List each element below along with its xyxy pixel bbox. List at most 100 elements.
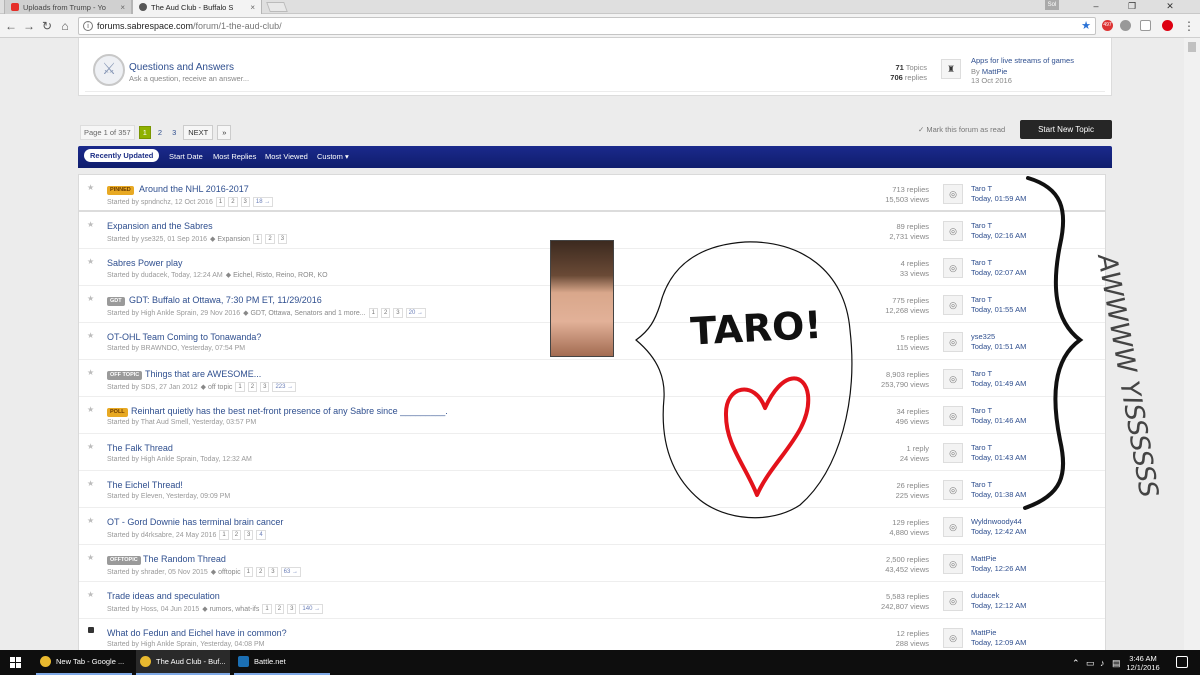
profile-button[interactable]: Sol	[1045, 0, 1059, 10]
avatar[interactable]: ◎	[943, 295, 963, 315]
topic-row[interactable]: ★ OT - Gord Downie has terminal brain can…	[79, 508, 1105, 545]
topic-tags[interactable]: ◆ Eichel, Risto, Reino, ROR, KO	[226, 271, 328, 279]
last-post-date[interactable]: Today, 01:55 AM	[971, 305, 1026, 314]
address-bar[interactable]: i forums.sabrespace.com/forum/1-the-aud-…	[78, 17, 1096, 35]
topic-title[interactable]: GDT: Buffalo at Ottawa, 7:30 PM ET, 11/2…	[129, 295, 322, 305]
topic-page-link[interactable]: 2	[265, 234, 275, 244]
last-poster[interactable]: Taro T	[971, 295, 992, 304]
topic-page-link[interactable]: 3	[260, 382, 270, 392]
topic-row[interactable]: ★ The Eichel Thread! Started by Eleven, Ye…	[79, 471, 1105, 508]
topic-row[interactable]: ★ POLL Reinhart quietly has the best net-f…	[79, 397, 1105, 434]
last-page-button[interactable]: »	[217, 125, 232, 140]
topic-page-link[interactable]: 2	[228, 197, 238, 207]
avatar[interactable]: ◎	[943, 221, 963, 241]
notification-icon[interactable]	[1176, 656, 1188, 668]
topic-page-link[interactable]: 63 →	[280, 567, 301, 577]
page-2[interactable]: 2	[155, 127, 165, 138]
topic-tags[interactable]: ◆ GDT, Ottawa, Senators and 1 more...	[243, 309, 366, 317]
topic-title[interactable]: The Random Thread	[143, 554, 226, 564]
last-poster[interactable]: Taro T	[971, 258, 992, 267]
sort-custom-dropdown[interactable]: Custom ▾	[317, 152, 349, 161]
topic-row[interactable]: ★ OFFTOPIC The Random Thread Started by shr…	[79, 545, 1105, 582]
subforum-row[interactable]: ⚔ Questions and Answers Ask a question, …	[85, 38, 1105, 92]
windows-start-icon[interactable]	[10, 657, 22, 669]
last-poster[interactable]: Taro T	[971, 221, 992, 230]
topic-page-link[interactable]: 3	[277, 234, 288, 244]
topic-page-link[interactable]: 2	[247, 382, 258, 392]
topic-row[interactable]: ★ The Falk Thread Started by High Ankle Sp…	[79, 434, 1105, 471]
topic-row[interactable]: ★ Trade ideas and speculation Started by H…	[79, 582, 1105, 619]
author-link[interactable]: MattPie	[982, 67, 1007, 76]
sort-most-viewed[interactable]: Most Viewed	[265, 152, 308, 161]
menu-icon[interactable]: ⋮	[1182, 19, 1196, 33]
avatar[interactable]: ◎	[943, 406, 963, 426]
topic-page-link[interactable]: 2	[274, 604, 285, 614]
avatar[interactable]: ◎	[943, 628, 963, 648]
last-post-date[interactable]: Today, 01:38 AM	[971, 490, 1026, 499]
topic-page-link[interactable]: 1	[368, 308, 378, 318]
last-post-date[interactable]: Today, 12:09 AM	[971, 638, 1026, 647]
bookmark-star-icon[interactable]: ★	[1081, 19, 1091, 32]
close-icon[interactable]: ×	[246, 3, 255, 12]
back-button[interactable]: ←	[4, 19, 18, 33]
last-poster[interactable]: dudacek	[971, 591, 999, 600]
taskbar-item-aud-club[interactable]: The Aud Club - Buf...	[136, 650, 230, 675]
topic-page-link[interactable]: 1	[219, 530, 229, 540]
topic-title[interactable]: The Eichel Thread!	[107, 480, 183, 490]
star-icon[interactable]: ★	[87, 368, 94, 377]
star-icon[interactable]: ★	[87, 442, 94, 451]
avatar[interactable]: ◎	[943, 480, 963, 500]
last-post-date[interactable]: Today, 01:49 AM	[971, 379, 1026, 388]
last-post-date[interactable]: Today, 01:43 AM	[971, 453, 1026, 462]
opera-icon[interactable]	[1162, 20, 1173, 31]
taskbar-item-new-tab[interactable]: New Tab - Google ...	[36, 650, 132, 675]
avatar[interactable]: ◎	[943, 184, 963, 204]
star-icon[interactable]: ★	[87, 257, 94, 266]
last-post-date[interactable]: Today, 01:51 AM	[971, 342, 1026, 351]
star-icon[interactable]: ★	[87, 553, 94, 562]
topic-title[interactable]: Sabres Power play	[107, 258, 183, 268]
star-icon[interactable]: ★	[87, 479, 94, 488]
tray-up-arrow-icon[interactable]: ⌃	[1072, 658, 1080, 669]
scrollbar-thumb[interactable]	[1188, 42, 1196, 52]
topic-page-link[interactable]: 4	[256, 530, 266, 540]
subforum-title[interactable]: Questions and Answers	[129, 62, 234, 73]
vertical-scrollbar[interactable]	[1184, 38, 1200, 650]
last-poster[interactable]: MattPie	[971, 628, 996, 637]
forward-button[interactable]: →	[22, 19, 36, 33]
avatar[interactable]: ◎	[943, 258, 963, 278]
topic-page-link[interactable]: 2	[231, 530, 242, 540]
extension-badge-icon[interactable]: 497	[1102, 20, 1113, 31]
sort-start-date[interactable]: Start Date	[169, 152, 203, 161]
star-icon[interactable]: ★	[87, 183, 94, 192]
avatar[interactable]: ◎	[943, 443, 963, 463]
topic-page-link[interactable]: 3	[393, 308, 403, 318]
avatar[interactable]: ◎	[943, 591, 963, 611]
topic-title[interactable]: The Falk Thread	[107, 443, 173, 453]
topic-tags[interactable]: ◆ off topic	[201, 383, 233, 391]
topic-page-link[interactable]: 18 →	[252, 197, 274, 207]
volume-icon[interactable]: ♪	[1100, 658, 1105, 668]
last-post-date[interactable]: Today, 02:16 AM	[971, 231, 1026, 240]
close-icon[interactable]: ×	[116, 3, 125, 12]
minimize-button[interactable]: –	[1082, 0, 1110, 13]
star-icon[interactable]: ★	[87, 294, 94, 303]
avatar[interactable]: ◎	[943, 554, 963, 574]
last-post-date[interactable]: Today, 12:12 AM	[971, 601, 1026, 610]
topic-page-link[interactable]: 3	[244, 530, 254, 540]
topic-page-link[interactable]: 1	[262, 604, 272, 614]
star-icon[interactable]: ★	[87, 331, 94, 340]
avatar[interactable]: ◎	[943, 517, 963, 537]
window-close-button[interactable]: ✕	[1156, 0, 1184, 13]
topic-tags[interactable]: ◆ Expansion	[210, 235, 250, 243]
avatar[interactable]: ♜	[941, 59, 961, 79]
extension-icon[interactable]	[1140, 20, 1151, 31]
last-poster[interactable]: yse325	[971, 332, 995, 341]
topic-page-link[interactable]: 3	[287, 604, 297, 614]
last-post-date[interactable]: Today, 01:59 AM	[971, 194, 1026, 203]
last-poster[interactable]: Taro T	[971, 480, 992, 489]
topic-page-link[interactable]: 223 →	[272, 382, 297, 392]
next-page-button[interactable]: NEXT	[183, 125, 214, 140]
topic-page-link[interactable]: 1	[215, 197, 226, 207]
avatar[interactable]: ◎	[943, 332, 963, 352]
